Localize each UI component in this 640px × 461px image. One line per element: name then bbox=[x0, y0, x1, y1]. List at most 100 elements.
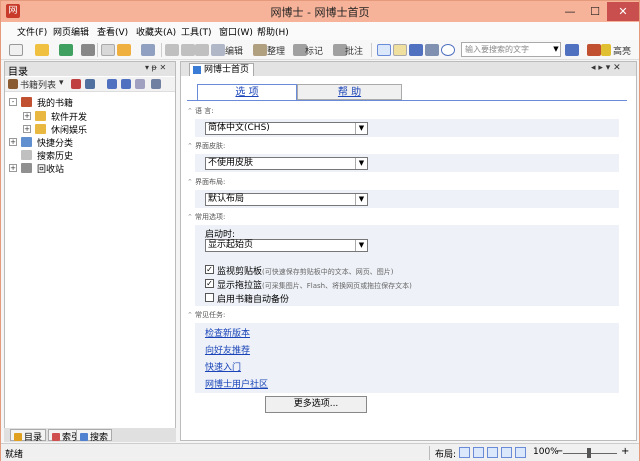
menu-window[interactable]: 窗口(W) bbox=[219, 25, 253, 38]
catalog-panel-toolbar: 书籍列表 ▾ bbox=[5, 77, 175, 92]
layout-grid-icon[interactable] bbox=[409, 44, 423, 56]
tree-expand-icon[interactable]: + bbox=[23, 112, 31, 120]
quick-start-link[interactable]: 快速入门 bbox=[205, 360, 241, 373]
catalog-panel-title: 目录 bbox=[8, 67, 28, 78]
layout-full-icon[interactable] bbox=[425, 44, 439, 56]
organize-label[interactable]: 整理 bbox=[267, 44, 285, 57]
copy-icon[interactable] bbox=[165, 44, 179, 56]
delete-icon[interactable] bbox=[71, 79, 81, 89]
edit-icon[interactable] bbox=[211, 44, 225, 56]
sort-icon[interactable] bbox=[85, 79, 95, 89]
tab-search[interactable]: 搜索 bbox=[76, 429, 113, 443]
zoom-in-button[interactable]: + bbox=[621, 446, 629, 457]
tree-collapse-icon[interactable]: - bbox=[9, 98, 17, 106]
title-bar[interactable]: 网 网博士 - 网博士首页 — ☐ ✕ bbox=[1, 1, 639, 22]
section-tasks-header[interactable]: ⌃ 常见任务: bbox=[187, 310, 225, 320]
diamond-icon[interactable] bbox=[101, 44, 115, 56]
highlight-icon[interactable] bbox=[601, 44, 611, 56]
tab-help[interactable]: 帮 助 bbox=[297, 84, 402, 100]
layout-option-5-icon[interactable] bbox=[515, 447, 526, 458]
section-language-header[interactable]: ⌃ 语 言: bbox=[187, 106, 214, 116]
status-separator bbox=[429, 446, 430, 460]
layout-option-2-icon[interactable] bbox=[473, 447, 484, 458]
toolbar-separator bbox=[161, 43, 162, 57]
search-input[interactable]: 输入要搜索的文字 bbox=[461, 42, 561, 57]
section-layout-header[interactable]: ⌃ 界面布局: bbox=[187, 177, 225, 187]
chevron-down-icon[interactable]: ▼ bbox=[551, 43, 561, 56]
recommend-friend-link[interactable]: 向好友推荐 bbox=[205, 343, 250, 356]
check-update-link[interactable]: 检查新版本 bbox=[205, 326, 250, 339]
maximize-button[interactable]: ☐ bbox=[583, 2, 607, 21]
tab-nav-close-icon[interactable]: ◂ ▸ ▾ ✕ bbox=[591, 63, 621, 73]
menu-file[interactable]: 文件(F) bbox=[17, 25, 47, 38]
show-drag-basket-label[interactable]: 显示拖拉篮(可采集图片、Flash、将换网页或拖拉保存文本) bbox=[217, 278, 412, 291]
highlight-label[interactable]: 高亮 bbox=[613, 44, 631, 57]
tree-expand-icon[interactable]: + bbox=[23, 125, 31, 133]
refresh-icon[interactable] bbox=[151, 79, 161, 89]
auto-backup-label[interactable]: 启用书籍自动备份 bbox=[217, 292, 289, 305]
catalog-tabs: 目录 索引 搜索 bbox=[4, 428, 176, 443]
auto-backup-checkbox[interactable] bbox=[205, 293, 214, 302]
book-list-icon[interactable] bbox=[8, 79, 18, 89]
section-title: 界面皮肤: bbox=[195, 142, 226, 150]
monitor-clipboard-checkbox[interactable]: ✓ bbox=[205, 265, 214, 274]
tree-item-label: 回收站 bbox=[37, 165, 65, 175]
menu-tools[interactable]: 工具(T) bbox=[181, 25, 212, 38]
startup-select[interactable]: 显示起始页 ▼ bbox=[205, 239, 368, 252]
organize-icon[interactable] bbox=[253, 44, 267, 56]
cut-icon[interactable] bbox=[195, 44, 209, 56]
menu-view[interactable]: 查看(V) bbox=[97, 25, 128, 38]
section-common-header[interactable]: ⌃ 常用选项: bbox=[187, 212, 225, 222]
annotate-label[interactable]: 批注 bbox=[345, 44, 363, 57]
print-icon[interactable] bbox=[81, 44, 95, 56]
layout-select[interactable]: 默认布局 ▼ bbox=[205, 193, 368, 206]
show-drag-basket-checkbox[interactable]: ✓ bbox=[205, 279, 214, 288]
tree-item-label: 快捷分类 bbox=[37, 139, 74, 149]
layout-split-icon[interactable] bbox=[393, 44, 407, 56]
tab-label: 搜索 bbox=[90, 433, 109, 443]
move-up-icon[interactable] bbox=[107, 79, 117, 89]
mark-label[interactable]: 标记 bbox=[305, 44, 323, 57]
options-page: 选 项 帮 助 ⌃语 言: 简体中文(CHS) ▼ ⌃界面皮肤: 不使用皮肤 bbox=[187, 84, 627, 439]
book-list-label[interactable]: 书籍列表 bbox=[20, 78, 56, 91]
tree-expand-icon[interactable]: + bbox=[9, 138, 17, 146]
monitor-clipboard-label[interactable]: 监视剪贴板(可快速保存剪贴板中的文本、网页、图片) bbox=[217, 264, 393, 277]
zoom-slider-handle[interactable] bbox=[587, 448, 591, 458]
move-down-icon[interactable] bbox=[121, 79, 131, 89]
zoom-out-button[interactable]: − bbox=[555, 446, 563, 457]
toggle-icon[interactable] bbox=[441, 44, 455, 56]
paste-icon[interactable] bbox=[181, 44, 195, 56]
import-icon[interactable] bbox=[59, 44, 73, 56]
tab-catalog[interactable]: 目录 bbox=[10, 429, 47, 443]
search-options-icon[interactable] bbox=[565, 44, 579, 56]
tree-expand-icon[interactable]: + bbox=[9, 164, 17, 172]
menu-help[interactable]: 帮助(H) bbox=[257, 25, 289, 38]
layout-single-icon[interactable] bbox=[377, 44, 391, 56]
community-link[interactable]: 网博士用户社区 bbox=[205, 377, 268, 390]
edit-label[interactable]: 编辑 bbox=[225, 44, 243, 57]
open-folder-icon[interactable] bbox=[35, 44, 49, 56]
capture-icon[interactable] bbox=[117, 44, 131, 56]
language-select[interactable]: 简体中文(CHS) ▼ bbox=[205, 122, 368, 135]
close-button[interactable]: ✕ bbox=[607, 2, 639, 21]
index-icon bbox=[52, 433, 60, 441]
section-skin-header[interactable]: ⌃ 界面皮肤: bbox=[187, 141, 225, 151]
page-icon bbox=[193, 66, 201, 74]
tab-home-page[interactable]: 网博士首页 bbox=[189, 63, 254, 76]
panel-pin-close-icon[interactable]: ▾ ᵽ ✕ bbox=[145, 63, 166, 72]
skin-select[interactable]: 不使用皮肤 ▼ bbox=[205, 157, 368, 170]
search-go-icon[interactable] bbox=[587, 44, 601, 56]
layout-option-1-icon[interactable] bbox=[459, 447, 470, 458]
chevron-down-icon[interactable]: ▾ bbox=[59, 78, 64, 88]
export-icon[interactable] bbox=[141, 44, 155, 56]
properties-icon[interactable] bbox=[135, 79, 145, 89]
new-document-icon[interactable] bbox=[9, 44, 23, 56]
menu-favorites[interactable]: 收藏夹(A) bbox=[136, 25, 176, 38]
chevron-up-icon: ⌃ bbox=[187, 178, 193, 186]
layout-option-4-icon[interactable] bbox=[501, 447, 512, 458]
layout-option-3-icon[interactable] bbox=[487, 447, 498, 458]
minimize-button[interactable]: — bbox=[557, 2, 583, 21]
tab-options[interactable]: 选 项 bbox=[197, 84, 297, 100]
more-options-button[interactable]: 更多选项... bbox=[265, 396, 367, 413]
menu-web-edit[interactable]: 网页编辑 bbox=[53, 25, 89, 38]
